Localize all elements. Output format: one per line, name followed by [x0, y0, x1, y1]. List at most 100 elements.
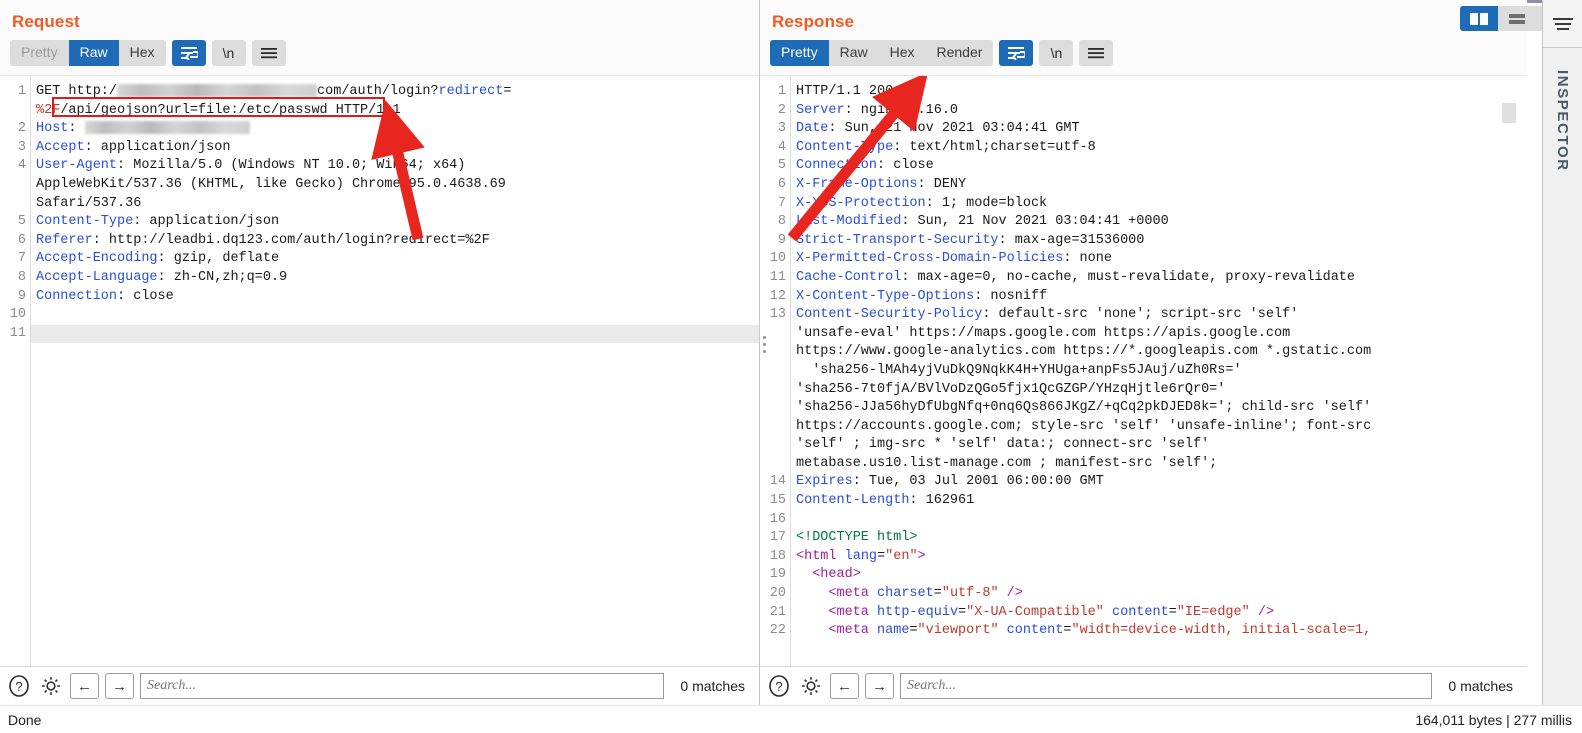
svg-text:?: ?	[15, 679, 22, 694]
line-number: 2	[777, 102, 786, 118]
search-next-button[interactable]: →	[865, 673, 894, 699]
code-token: <!DOCTYPE html>	[796, 530, 918, 546]
response-title: Response	[772, 12, 855, 31]
response-search-input[interactable]	[900, 673, 1433, 699]
word-wrap-icon[interactable]	[171, 40, 206, 66]
code-token: lang	[844, 548, 878, 564]
redacted-host	[84, 121, 250, 135]
line-number	[760, 399, 786, 418]
tab-response-pretty[interactable]: Pretty	[770, 40, 829, 66]
code-line: <meta http-equiv="X-UA-Compatible" conte…	[796, 604, 1527, 623]
response-search-bar: ? ← → 0 matches	[760, 666, 1527, 705]
code-token: https://accounts.google.com; style-src '…	[796, 418, 1372, 434]
code-token: : nosniff	[974, 288, 1048, 304]
line-number	[760, 381, 786, 400]
request-search-bar: ? ← → 0 matches	[0, 666, 759, 705]
code-line: 'unsafe-eval' https://maps.google.com ht…	[796, 325, 1527, 344]
collapse-glyph	[1552, 17, 1573, 30]
line-number	[0, 102, 26, 121]
code-token: 'self' ; img-src * 'self' data:; connect…	[796, 437, 1210, 453]
line-number: 9	[17, 288, 26, 304]
newline-icon[interactable]: \n	[1039, 40, 1074, 66]
tab-response-render[interactable]: Render	[925, 40, 994, 66]
request-search-input[interactable]	[140, 673, 665, 699]
request-code[interactable]: GET http:/ com/auth/login?redirect= %2F/ap…	[30, 76, 759, 666]
code-line: Content-Type: text/html;charset=utf-8	[796, 139, 1527, 158]
tab-request-hex[interactable]: Hex	[118, 40, 166, 66]
code-line: Content-Type: application/json	[36, 213, 759, 232]
line-number	[760, 436, 786, 455]
question-mark-icon[interactable]: ?	[6, 673, 32, 699]
collapse-icon[interactable]	[1542, 0, 1582, 48]
request-view-tabs: Pretty Raw Hex	[10, 40, 166, 66]
code-token: content	[1112, 604, 1169, 620]
code-line: Expires: Tue, 03 Jul 2001 06:00:00 GMT	[796, 473, 1527, 492]
line-number: 19	[769, 567, 786, 583]
line-number: 13	[769, 307, 786, 323]
line-number: 9	[777, 232, 786, 248]
code-token: "utf-8"	[941, 586, 999, 602]
word-wrap-icon[interactable]	[999, 40, 1034, 66]
line-number: 6	[777, 176, 786, 192]
tab-request-raw[interactable]: Raw	[68, 40, 119, 66]
code-line: <!DOCTYPE html>	[796, 529, 1527, 548]
search-prev-button[interactable]: ←	[70, 673, 99, 699]
pane-drag-handle[interactable]	[763, 336, 769, 353]
code-token: Cache-Control	[796, 269, 902, 285]
hamburger-icon[interactable]	[1079, 40, 1114, 66]
response-code[interactable]: HTTP/1.1 200 OK Server: nginx/1.16.0 Date:…	[790, 76, 1527, 666]
code-line: Safari/537.36	[36, 195, 759, 214]
code-token: : Sun, 21 Nov 2021 03:04:41 +0000	[901, 214, 1169, 230]
code-line: <html lang="en">	[796, 548, 1527, 567]
response-scrollbar[interactable]	[1513, 76, 1527, 666]
newline-icon[interactable]: \n	[211, 40, 246, 66]
code-token: User-Agent	[36, 158, 118, 174]
gear-glyph	[802, 677, 820, 695]
code-token: GET http:/	[36, 84, 118, 99]
request-editor[interactable]: 1 2 3 4 5 6 7 8 9 10 11 GET http:/ com/auth/login?r…	[0, 75, 759, 666]
hamburger-icon[interactable]	[251, 40, 286, 66]
code-token: Last-Modified	[796, 214, 902, 230]
code-token: name	[877, 623, 910, 639]
stacked-layout-button[interactable]	[1498, 6, 1536, 31]
line-number: 11	[9, 325, 26, 341]
hamburger-glyph	[1088, 48, 1105, 59]
line-number: 8	[777, 214, 786, 230]
tab-response-hex[interactable]: Hex	[878, 40, 926, 66]
code-line	[31, 324, 759, 344]
code-token: https://www.google-analytics.com https:/…	[796, 344, 1372, 360]
line-number: 18	[769, 548, 786, 564]
code-line: metabase.us10.list-manage.com ; manifest…	[796, 455, 1527, 474]
code-token: : Mozilla/5.0 (Windows NT 10.0; Win64; x…	[117, 158, 466, 174]
code-token: Expires	[796, 474, 853, 490]
gear-icon[interactable]	[38, 673, 64, 699]
line-number: 10	[769, 251, 786, 267]
response-pane: Response Pretty Raw Hex Render \n 1 2 3 …	[760, 0, 1527, 705]
code-token: "viewport"	[917, 623, 999, 639]
side-by-side-layout-button[interactable]	[1460, 6, 1498, 31]
inspector-panel[interactable]: INSPECTOR	[1542, 0, 1582, 705]
search-next-button[interactable]: →	[105, 673, 134, 699]
request-toolbar: Pretty Raw Hex \n	[0, 38, 759, 75]
gear-icon[interactable]	[798, 673, 824, 699]
code-token: Safari/537.36	[36, 195, 142, 211]
code-token: <head>	[796, 567, 861, 583]
code-token: <meta	[796, 586, 869, 602]
line-number: 5	[777, 158, 786, 174]
tab-response-raw[interactable]: Raw	[828, 40, 879, 66]
response-editor[interactable]: 1 2 3 4 5 6 7 8 9 10 11 12 13 14 15 16 17 18 19 20 21 22 HTTP…	[760, 75, 1527, 666]
pane-resize-grip[interactable]	[1502, 103, 1516, 123]
tab-request-pretty[interactable]: Pretty	[10, 40, 69, 66]
code-line: 'self' ; img-src * 'self' data:; connect…	[796, 436, 1527, 455]
code-line: Referer: http://leadbi.dq123.com/auth/lo…	[36, 232, 759, 251]
code-token: />	[1249, 604, 1275, 620]
code-token: Server	[796, 102, 845, 118]
code-line: X-XSS-Protection: 1; mode=block	[796, 195, 1527, 214]
code-line: Connection: close	[36, 288, 759, 307]
code-token: : max-age=0, no-cache, must-revalidate, …	[901, 269, 1356, 285]
code-token: AppleWebKit/537.36 (KHTML, like Gecko) C…	[36, 176, 506, 192]
question-mark-icon[interactable]: ?	[766, 673, 792, 699]
search-prev-button[interactable]: ←	[830, 673, 859, 699]
